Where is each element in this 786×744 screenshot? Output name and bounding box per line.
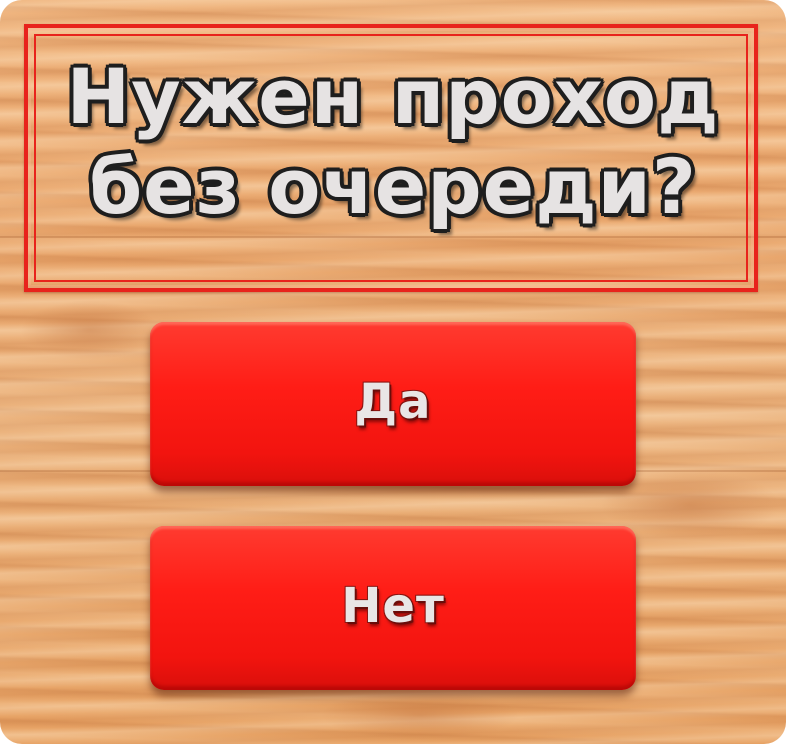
yes-button[interactable]: Да xyxy=(150,322,636,486)
wood-knot xyxy=(20,300,160,360)
no-button[interactable]: Нет xyxy=(150,526,636,690)
yes-button-label: Да xyxy=(354,374,432,430)
wood-knot xyxy=(320,690,520,740)
question-line-2: без очереди? xyxy=(88,141,698,233)
wooden-board: Нужен проход без очереди? Да Нет xyxy=(0,0,786,744)
question-line-1: Нужен проход xyxy=(65,51,720,143)
no-button-label: Нет xyxy=(341,578,445,634)
question-text: Нужен проход без очереди? xyxy=(0,51,786,233)
